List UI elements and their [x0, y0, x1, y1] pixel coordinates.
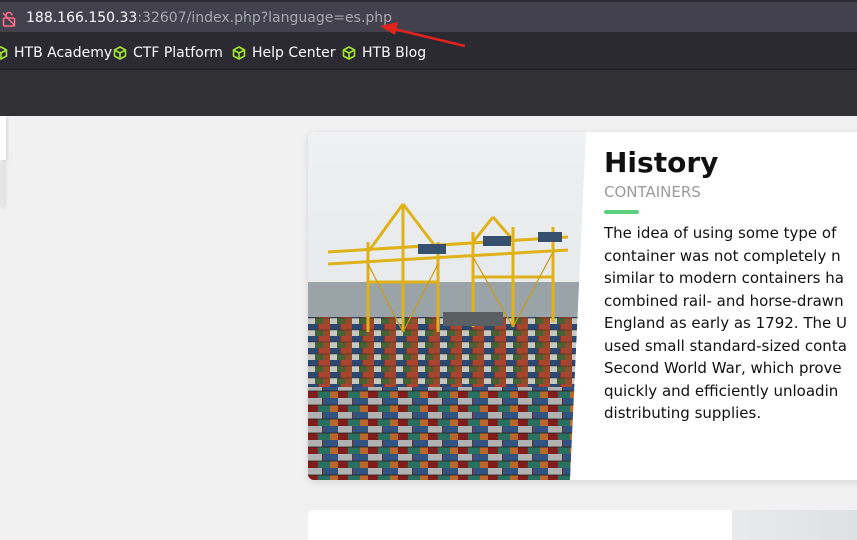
next-card-image: [732, 510, 857, 540]
url-field[interactable]: 188.166.150.33:32607/index.php?language=…: [0, 2, 857, 32]
bookmark-label: CTF Platform: [133, 45, 223, 61]
bookmark-ctf-platform[interactable]: CTF Platform: [113, 43, 223, 63]
side-panel-shadow: [0, 160, 3, 206]
url-host: 188.166.150.33: [26, 10, 138, 26]
page-content: History CONTAINERS The idea of using som…: [0, 116, 857, 540]
card-text-line: similar to modern containers ha: [604, 269, 844, 287]
url-path: :32607/index.php?language=es.php: [137, 10, 393, 26]
side-panel-edge: [0, 116, 6, 160]
card-text-line: container was not completely n: [604, 246, 841, 265]
accent-divider: [604, 210, 639, 214]
bookmark-htb-blog[interactable]: HTB Blog: [342, 43, 426, 63]
container-port-image: [308, 132, 598, 480]
card-subtitle: CONTAINERS: [604, 183, 701, 201]
card-text-line: distributing supplies.: [604, 404, 762, 422]
bookmark-label: Help Center: [252, 45, 336, 61]
card-text: The idea of using some type of container…: [604, 222, 857, 425]
bookmark-htb-academy[interactable]: HTB Academy: [0, 43, 112, 63]
history-card: History CONTAINERS The idea of using som…: [308, 132, 857, 480]
card-title: History: [604, 146, 719, 179]
browser-address-bar: 188.166.150.33:32607/index.php?language=…: [0, 0, 857, 34]
card-text-line: used small standard-sized conta: [604, 336, 847, 355]
card-text-line: England as early as 1792. The U: [604, 314, 847, 332]
bookmark-label: HTB Blog: [362, 45, 427, 61]
next-card: [308, 510, 857, 540]
url-text[interactable]: 188.166.150.33:32607/index.php?language=…: [26, 10, 392, 26]
insecure-lock-icon[interactable]: [2, 11, 16, 27]
card-text-line: The idea of using some type of: [604, 224, 837, 242]
card-text-line: combined rail- and horse-drawn: [604, 291, 844, 310]
card-body: History CONTAINERS The idea of using som…: [604, 146, 857, 425]
bookmark-label: HTB Academy: [14, 45, 113, 61]
card-text-line: Second World War, which prove: [604, 359, 842, 377]
cube-icon: [232, 46, 246, 60]
site-navbar: [0, 70, 857, 116]
bookmarks-toolbar: HTB Academy CTF Platform Help Center HTB…: [0, 34, 857, 70]
cube-icon: [342, 46, 356, 60]
bookmark-help-center[interactable]: Help Center: [232, 43, 336, 63]
cube-icon: [113, 46, 127, 60]
cube-icon: [0, 46, 8, 60]
card-text-line: quickly and efficiently unloadin: [604, 381, 839, 400]
